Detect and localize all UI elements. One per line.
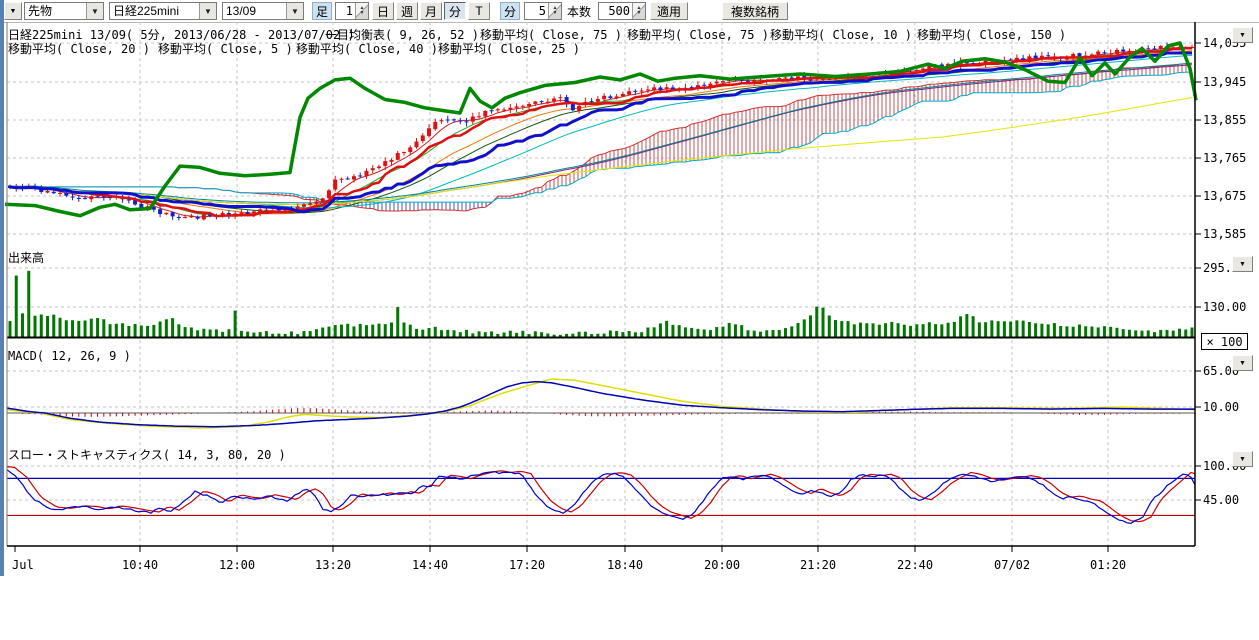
ma40-label: 移動平均( Close, 40 ) bbox=[296, 40, 438, 57]
time-tick: 13:20 bbox=[315, 558, 351, 572]
period-month-label: 月 bbox=[425, 3, 437, 20]
chevron-down-icon: ▼ bbox=[1239, 360, 1246, 367]
price-tick: 13,675 bbox=[1203, 189, 1246, 203]
symbol-select[interactable]: 日経225mini ▼ bbox=[109, 2, 217, 20]
time-tick: 07/02 bbox=[994, 558, 1030, 572]
ma20-label: 移動平均( Close, 20 ) bbox=[8, 40, 150, 57]
chart-canvas[interactable] bbox=[0, 22, 1259, 640]
period-week-label: 週 bbox=[401, 3, 413, 20]
minute-stepper[interactable]: 5 ▲▼ bbox=[524, 2, 562, 20]
time-tick: Jul bbox=[12, 558, 34, 572]
spinner-down-icon[interactable]: ▼ bbox=[553, 11, 558, 16]
chevron-down-icon[interactable]: ▼ bbox=[199, 3, 216, 19]
multi-symbol-button-label: 複数銘柄 bbox=[731, 3, 779, 20]
spinner-icon[interactable]: ▲▼ bbox=[355, 3, 368, 19]
macd-tick: 10.00 bbox=[1203, 400, 1239, 414]
spinner-icon[interactable]: ▲▼ bbox=[632, 3, 645, 19]
chart-application-window: ▼ 先物 ▼ 日経225mini ▼ 13/09 ▼ 足 1 ▲▼ 日 週 月 … bbox=[0, 0, 1259, 640]
volume-panel-dropdown-button[interactable]: ▼ bbox=[1232, 256, 1253, 272]
market-select[interactable]: 先物 ▼ bbox=[24, 2, 104, 20]
multi-symbol-button[interactable]: 複数銘柄 bbox=[722, 2, 788, 20]
apply-button[interactable]: 適用 bbox=[650, 2, 688, 20]
apply-button-label: 適用 bbox=[657, 3, 681, 20]
bars-count-label: 本数 bbox=[567, 2, 595, 20]
stoch-panel-label: スロー・ストキャスティクス( 14, 3, 80, 20 ) bbox=[8, 446, 286, 463]
spinner-down-icon[interactable]: ▼ bbox=[637, 11, 642, 16]
period-week-button[interactable]: 週 bbox=[396, 2, 418, 20]
time-tick: 21:20 bbox=[800, 558, 836, 572]
chevron-down-icon: ▼ bbox=[1239, 32, 1246, 39]
chevron-down-icon: ▼ bbox=[1239, 456, 1246, 463]
time-tick: 22:40 bbox=[897, 558, 933, 572]
stoch-tick: 45.00 bbox=[1203, 493, 1239, 507]
bar-type-label-text: 足 bbox=[316, 3, 328, 20]
contract-month-value: 13/09 bbox=[223, 3, 286, 19]
period-day-label: 日 bbox=[377, 3, 389, 20]
contract-month-select[interactable]: 13/09 ▼ bbox=[222, 2, 304, 20]
symbol-select-value: 日経225mini bbox=[110, 3, 199, 19]
bars-count-value: 500 bbox=[599, 3, 632, 19]
ma5-label: 移動平均( Close, 5 ) bbox=[158, 40, 293, 57]
ma150-label: 移動平均( Close, 150 ) bbox=[917, 26, 1066, 43]
spinner-down-icon[interactable]: ▼ bbox=[360, 11, 365, 16]
ma10-label: 移動平均( Close, 10 ) bbox=[770, 26, 912, 43]
spinner-icon[interactable]: ▲▼ bbox=[548, 3, 561, 19]
chevron-down-icon[interactable]: ▼ bbox=[86, 3, 103, 19]
macd-panel-label: MACD( 12, 26, 9 ) bbox=[8, 349, 131, 363]
time-tick: 10:40 bbox=[122, 558, 158, 572]
mini-dropdown-button[interactable]: ▼ bbox=[4, 2, 22, 20]
minute-value: 5 bbox=[525, 3, 548, 19]
ma75b-label: 移動平均( Close, 75 ) bbox=[627, 26, 769, 43]
price-tick: 13,585 bbox=[1203, 227, 1246, 241]
macd-panel-dropdown-button[interactable]: ▼ bbox=[1232, 355, 1253, 371]
time-tick: 14:40 bbox=[412, 558, 448, 572]
period-tick-label: T bbox=[475, 4, 482, 18]
volume-multiplier-text: × 100 bbox=[1206, 335, 1242, 349]
chevron-down-icon: ▼ bbox=[1239, 261, 1246, 268]
minute-unit-label: 分 bbox=[500, 2, 520, 20]
minute-unit-label-text: 分 bbox=[504, 3, 516, 20]
price-tick: 13,945 bbox=[1203, 75, 1246, 89]
volume-multiplier-box: × 100 bbox=[1201, 333, 1248, 350]
time-tick: 20:00 bbox=[704, 558, 740, 572]
ma25-label: 移動平均( Close, 25 ) bbox=[438, 40, 580, 57]
toolbar: ▼ 先物 ▼ 日経225mini ▼ 13/09 ▼ 足 1 ▲▼ 日 週 月 … bbox=[4, 0, 1259, 23]
price-panel-dropdown-button[interactable]: ▼ bbox=[1232, 27, 1253, 43]
market-select-value: 先物 bbox=[25, 3, 86, 19]
time-tick: 01:20 bbox=[1090, 558, 1126, 572]
volume-tick: 130.00 bbox=[1203, 300, 1246, 314]
period-tick-button[interactable]: T bbox=[468, 2, 490, 20]
price-tick: 13,765 bbox=[1203, 151, 1246, 165]
chart-area[interactable]: 日経225mini 13/09( 5分, 2013/06/28 - 2013/0… bbox=[0, 22, 1259, 640]
period-minute-button[interactable]: 分 bbox=[444, 2, 466, 20]
chevron-down-icon[interactable]: ▼ bbox=[286, 3, 303, 19]
time-tick: 17:20 bbox=[509, 558, 545, 572]
stoch-panel-dropdown-button[interactable]: ▼ bbox=[1232, 451, 1253, 467]
period-minute-label: 分 bbox=[449, 3, 461, 20]
chevron-down-icon: ▼ bbox=[10, 8, 17, 15]
bars-count-stepper[interactable]: 500 ▲▼ bbox=[598, 2, 646, 20]
volume-panel-label: 出来高 bbox=[8, 249, 44, 266]
time-tick: 18:40 bbox=[607, 558, 643, 572]
time-tick: 12:00 bbox=[219, 558, 255, 572]
period-day-button[interactable]: 日 bbox=[372, 2, 394, 20]
bars-count-label-text: 本数 bbox=[567, 3, 591, 20]
bar-type-label: 足 bbox=[312, 2, 332, 20]
interval-stepper[interactable]: 1 ▲▼ bbox=[335, 2, 369, 20]
price-tick: 13,855 bbox=[1203, 113, 1246, 127]
interval-value: 1 bbox=[336, 3, 355, 19]
period-month-button[interactable]: 月 bbox=[420, 2, 442, 20]
